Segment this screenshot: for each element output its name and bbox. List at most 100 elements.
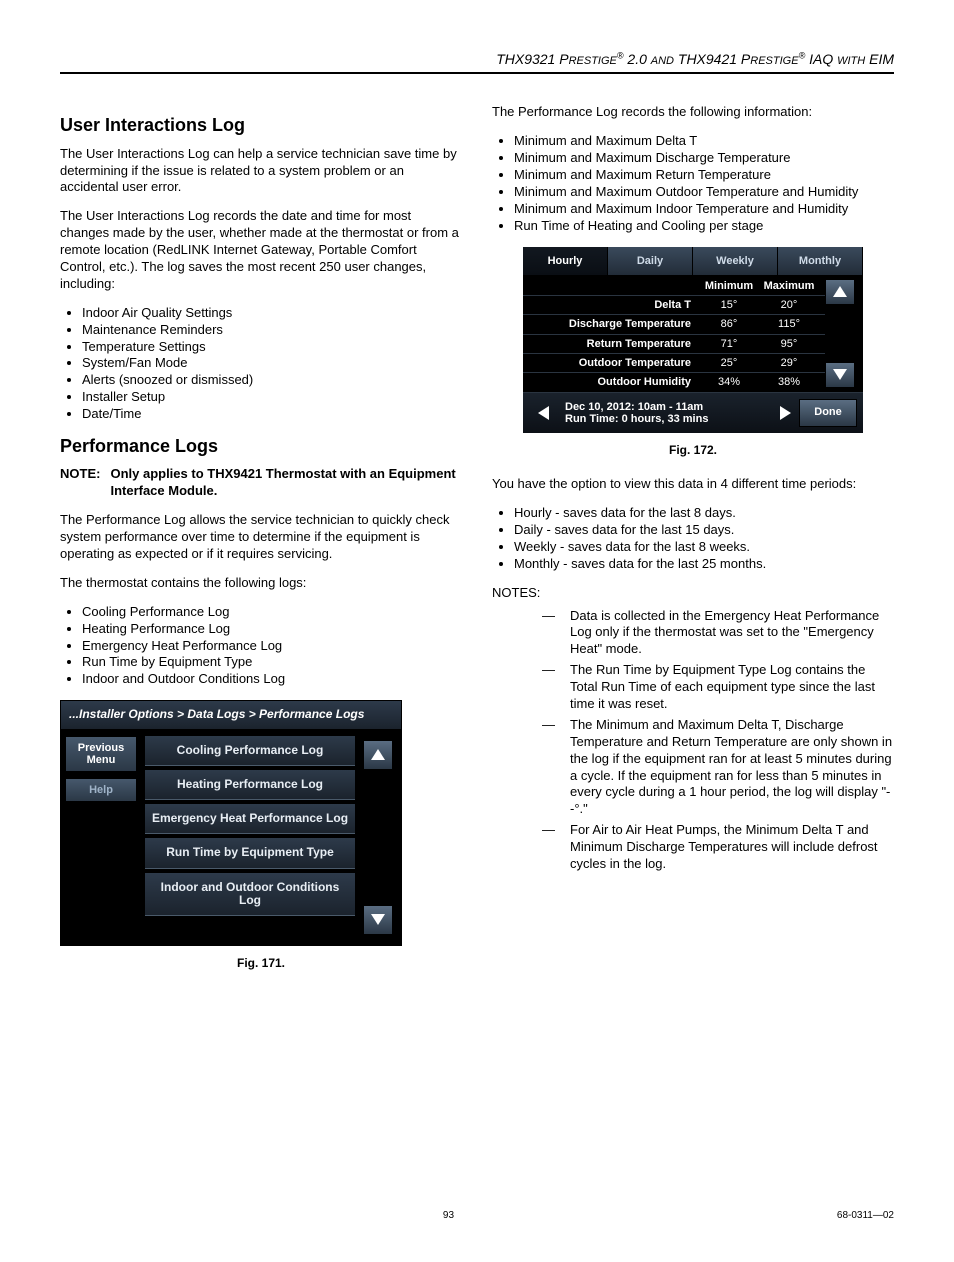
hdr-p8: WITH — [837, 55, 865, 67]
table-row: Discharge Temperature 86° 115° — [523, 314, 825, 333]
table-header: Minimum Maximum — [523, 275, 825, 295]
log-list: Cooling Performance Log Heating Performa… — [141, 730, 359, 945]
row-min: 86° — [699, 317, 759, 331]
doc-number: 68-0311—02 — [837, 1209, 894, 1222]
breadcrumb: ...Installer Options > Data Logs > Perfo… — [61, 701, 401, 730]
hdr-p4: AND — [651, 55, 674, 67]
row-max: 115° — [759, 317, 819, 331]
list-item[interactable]: Indoor and Outdoor Conditions Log — [145, 873, 355, 916]
row-max: 38% — [759, 375, 819, 389]
page-footer: 93 68-0311—02 — [60, 1209, 894, 1222]
pb-1: Daily - saves data for the last 15 days. — [514, 522, 894, 539]
page-header: THX9321 PRESTIGE® 2.0 AND THX9421 PRESTI… — [60, 50, 894, 74]
notes-item: —The Run Time by Equipment Type Log cont… — [542, 662, 894, 713]
table-row: Outdoor Temperature 25° 29° — [523, 353, 825, 372]
scroll-up-button[interactable] — [825, 279, 855, 305]
ub-3: System/Fan Mode — [82, 355, 462, 372]
user-p2: The User Interactions Log records the da… — [60, 208, 462, 292]
foot-line2: Run Time: 0 hours, 33 mins — [565, 413, 771, 425]
ub-4: Alerts (snoozed or dismissed) — [82, 372, 462, 389]
pb-3: Monthly - saves data for the last 25 mon… — [514, 556, 894, 573]
note-text: The Minimum and Maximum Delta T, Dischar… — [570, 717, 894, 818]
period-bullets: Hourly - saves data for the last 8 days.… — [492, 505, 894, 573]
tab-weekly[interactable]: Weekly — [693, 247, 778, 275]
notes-block: NOTES: —Data is collected in the Emergen… — [492, 585, 894, 873]
fig172-caption: Fig. 172. — [492, 443, 894, 459]
ub-5: Installer Setup — [82, 389, 462, 406]
arrow-right-icon — [780, 406, 791, 420]
row-min: 25° — [699, 356, 759, 370]
table-row: Return Temperature 71° 95° — [523, 334, 825, 353]
scroll-column — [825, 275, 863, 392]
hdr-p5: THX9421 P — [674, 51, 750, 67]
rb-1: Minimum and Maximum Discharge Temperatur… — [514, 150, 894, 167]
help-button[interactable]: Help — [65, 778, 137, 802]
done-button[interactable]: Done — [799, 399, 857, 427]
row-label: Outdoor Temperature — [529, 356, 699, 370]
periods-intro: You have the option to view this data in… — [492, 476, 894, 493]
row-max: 29° — [759, 356, 819, 370]
rb-2: Minimum and Maximum Return Temperature — [514, 167, 894, 184]
note-label: NOTE: — [60, 466, 100, 500]
ub-6: Date/Time — [82, 406, 462, 423]
page-number: 93 — [443, 1209, 454, 1222]
col-max: Maximum — [759, 279, 819, 293]
rb-0: Minimum and Maximum Delta T — [514, 133, 894, 150]
notes-item: —For Air to Air Heat Pumps, the Minimum … — [542, 822, 894, 873]
next-button[interactable] — [771, 399, 799, 427]
rb-3: Minimum and Maximum Outdoor Temperature … — [514, 184, 894, 201]
list-item[interactable]: Heating Performance Log — [145, 770, 355, 800]
scroll-column — [359, 730, 401, 945]
arrow-up-icon — [833, 286, 847, 297]
note-text: Only applies to THX9421 Thermostat with … — [110, 466, 462, 500]
col-min: Minimum — [699, 279, 759, 293]
list-item[interactable]: Cooling Performance Log — [145, 736, 355, 766]
user-bullets: Indoor Air Quality Settings Maintenance … — [60, 305, 462, 423]
left-column: User Interactions Log The User Interacti… — [60, 104, 462, 989]
scroll-down-button[interactable] — [825, 362, 855, 388]
right-column: The Performance Log records the followin… — [492, 104, 894, 989]
lb-2: Emergency Heat Performance Log — [82, 638, 462, 655]
row-min: 34% — [699, 375, 759, 389]
tab-hourly[interactable]: Hourly — [523, 247, 608, 275]
foot-line1: Dec 10, 2012: 10am - 11am — [565, 401, 771, 413]
tab-daily[interactable]: Daily — [608, 247, 693, 275]
scroll-down-button[interactable] — [363, 905, 393, 935]
hdr-reg1: ® — [617, 50, 624, 60]
hdr-p6: RESTIGE — [750, 55, 798, 67]
hdr-p2: RESTIGE — [569, 55, 617, 67]
ub-1: Maintenance Reminders — [82, 322, 462, 339]
list-item[interactable]: Emergency Heat Performance Log — [145, 804, 355, 834]
row-min: 15° — [699, 298, 759, 312]
ub-0: Indoor Air Quality Settings — [82, 305, 462, 322]
record-bullets: Minimum and Maximum Delta T Minimum and … — [492, 133, 894, 234]
previous-menu-button[interactable]: Previous Menu — [65, 736, 137, 772]
ub-2: Temperature Settings — [82, 339, 462, 356]
fig172-ui: Hourly Daily Weekly Monthly Minimum Maxi… — [523, 247, 863, 433]
list-item[interactable]: Run Time by Equipment Type — [145, 838, 355, 868]
row-label: Return Temperature — [529, 337, 699, 351]
rb-4: Minimum and Maximum Indoor Temperature a… — [514, 201, 894, 218]
heading-user-interactions: User Interactions Log — [60, 114, 462, 137]
arrow-left-icon — [538, 406, 549, 420]
notes-item: —The Minimum and Maximum Delta T, Discha… — [542, 717, 894, 818]
pb-0: Hourly - saves data for the last 8 days. — [514, 505, 894, 522]
notes-item: —Data is collected in the Emergency Heat… — [542, 608, 894, 659]
prev-button[interactable] — [529, 399, 557, 427]
lb-4: Indoor and Outdoor Conditions Log — [82, 671, 462, 688]
row-label: Delta T — [529, 298, 699, 312]
hdr-p3: 2.0 — [624, 51, 651, 67]
heading-performance-logs: Performance Logs — [60, 435, 462, 458]
rb-5: Run Time of Heating and Cooling per stag… — [514, 218, 894, 235]
arrow-up-icon — [371, 749, 385, 760]
lb-0: Cooling Performance Log — [82, 604, 462, 621]
tab-monthly[interactable]: Monthly — [778, 247, 863, 275]
row-max: 20° — [759, 298, 819, 312]
table-row: Delta T 15° 20° — [523, 295, 825, 314]
scroll-up-button[interactable] — [363, 740, 393, 770]
row-label: Discharge Temperature — [529, 317, 699, 331]
note-text: For Air to Air Heat Pumps, the Minimum D… — [570, 822, 894, 873]
lb-3: Run Time by Equipment Type — [82, 654, 462, 671]
data-table: Minimum Maximum Delta T 15° 20° Discharg… — [523, 275, 825, 392]
hdr-p7: IAQ — [805, 51, 837, 67]
